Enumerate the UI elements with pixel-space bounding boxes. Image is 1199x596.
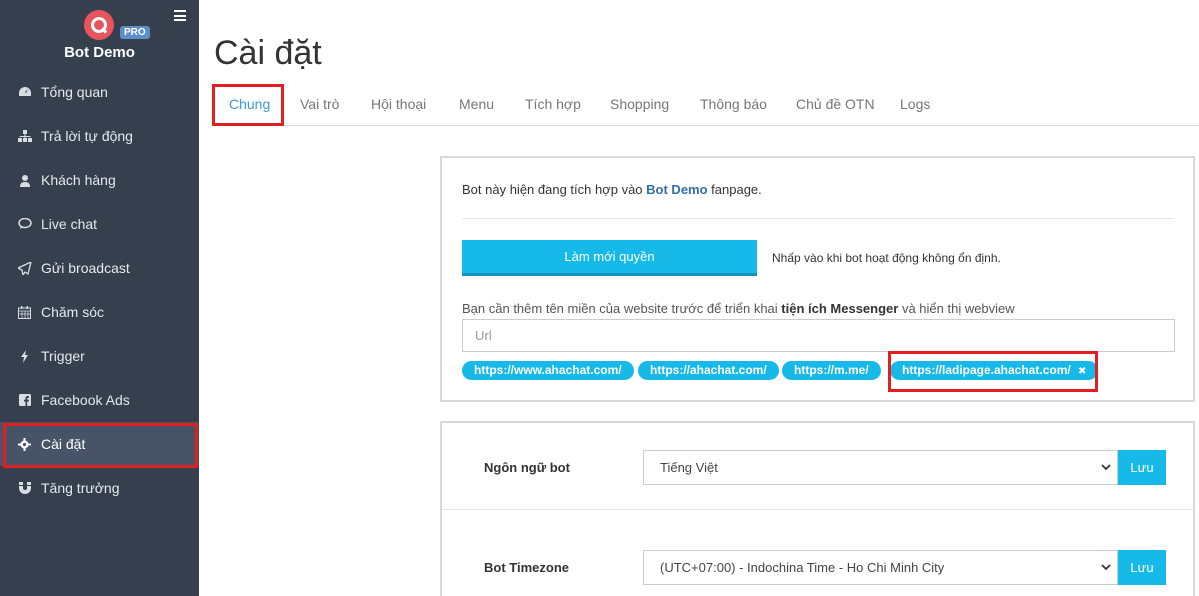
sidebar-item-label: Gửi broadcast	[41, 260, 130, 276]
sidebar-item-live-chat[interactable]: Live chat	[0, 202, 199, 246]
save-timezone-button[interactable]: Lưu	[1118, 550, 1166, 585]
tab-tich-hop[interactable]: Tích hợp	[525, 96, 581, 112]
tab-vai-tro[interactable]: Vai trò	[300, 96, 339, 112]
sidebar-item-label: Khách hàng	[41, 172, 116, 188]
timezone-select[interactable]: (UTC+07:00) - Indochina Time - Ho Chi Mi…	[643, 550, 1118, 585]
calendar-icon	[17, 305, 32, 320]
chevron-down-icon	[1101, 551, 1111, 596]
domain-tag[interactable]: https://www.ahachat.com/	[462, 361, 634, 380]
sidebar-item-khach-hang[interactable]: Khách hàng	[0, 158, 199, 202]
sidebar-item-trigger[interactable]: Trigger	[0, 334, 199, 378]
timezone-value: (UTC+07:00) - Indochina Time - Ho Chi Mi…	[660, 560, 945, 575]
divider	[442, 509, 1193, 510]
tab-chu-de-otn[interactable]: Chủ đề OTN	[796, 96, 875, 112]
highlight-box	[3, 423, 198, 468]
settings-panel: Ngôn ngữ bot Tiếng Việt Lưu Bot Timezone…	[440, 421, 1195, 596]
sidebar-item-gui-broadcast[interactable]: Gửi broadcast	[0, 246, 199, 290]
domain-note-bold: tiện ích Messenger	[781, 301, 899, 316]
language-select[interactable]: Tiếng Việt	[643, 450, 1118, 485]
sidebar-item-label: Tăng trưởng	[41, 480, 120, 496]
paper-plane-icon	[17, 261, 32, 276]
sidebar: PRO Bot Demo Tổng quan Trả lời tự động K…	[0, 0, 199, 596]
tab-thong-bao[interactable]: Thông báo	[700, 96, 767, 112]
sitemap-icon	[17, 129, 32, 144]
sidebar-item-tang-truong[interactable]: Tăng trưởng	[0, 466, 199, 510]
tab-hoi-thoai[interactable]: Hội thoại	[371, 96, 426, 112]
sidebar-item-cai-dat[interactable]: Cài đặt	[0, 422, 199, 468]
integration-text-end: fanpage.	[707, 182, 762, 197]
sidebar-item-label: Trả lời tự động	[41, 128, 133, 144]
domain-tag[interactable]: https://m.me/	[782, 361, 881, 380]
page-name: Bot Demo	[646, 182, 708, 197]
sidebar-item-cham-soc[interactable]: Chăm sóc	[0, 290, 199, 334]
sidebar-item-label: Trigger	[41, 348, 85, 364]
domain-note-text-end: và hiển thị webview	[898, 301, 1015, 316]
chat-icon	[17, 217, 32, 232]
integration-panel: Bot này hiện đang tích hợp vào Bot Demo …	[440, 156, 1195, 402]
dashboard-icon	[17, 85, 32, 100]
divider	[462, 218, 1174, 219]
domain-tag[interactable]: https://ahachat.com/	[638, 361, 779, 380]
domain-note-text: Bạn cần thêm tên miền của website trước …	[462, 301, 782, 316]
tab-logs[interactable]: Logs	[900, 96, 930, 112]
chevron-down-icon	[1101, 451, 1111, 497]
url-input[interactable]: Url	[462, 319, 1175, 352]
hamburger-menu-icon[interactable]	[174, 10, 186, 21]
highlight-box	[888, 351, 1098, 392]
tab-shopping[interactable]: Shopping	[610, 96, 669, 112]
sidebar-item-label: Facebook Ads	[41, 392, 130, 408]
refresh-permissions-button[interactable]: Làm mới quyền	[462, 240, 757, 276]
sidebar-item-label: Tổng quan	[41, 84, 108, 100]
sidebar-nav: Tổng quan Trả lời tự động Khách hàng Liv…	[0, 70, 199, 510]
facebook-icon	[17, 393, 32, 408]
brand-name: Bot Demo	[64, 44, 135, 61]
user-icon	[17, 173, 32, 188]
sidebar-item-label: Chăm sóc	[41, 304, 105, 320]
save-language-button[interactable]: Lưu	[1118, 450, 1166, 485]
timezone-label: Bot Timezone	[484, 560, 569, 575]
language-label: Ngôn ngữ bot	[484, 460, 570, 475]
domain-note: Bạn cần thêm tên miền của website trước …	[462, 301, 1015, 316]
sidebar-item-tong-quan[interactable]: Tổng quan	[0, 70, 199, 114]
brand: PRO Bot Demo	[0, 0, 199, 70]
sidebar-item-facebook-ads[interactable]: Facebook Ads	[0, 378, 199, 422]
refresh-hint: Nhấp vào khi bot hoạt động không ổn định…	[772, 251, 1001, 265]
bolt-icon	[17, 349, 32, 364]
logo-icon	[84, 10, 114, 40]
sidebar-item-tra-loi-tu-dong[interactable]: Trả lời tự động	[0, 114, 199, 158]
pro-badge: PRO	[120, 26, 150, 39]
magnet-icon	[17, 481, 32, 496]
integration-status: Bot này hiện đang tích hợp vào Bot Demo …	[462, 182, 762, 197]
integration-text: Bot này hiện đang tích hợp vào	[462, 182, 647, 197]
sidebar-item-label: Live chat	[41, 216, 98, 232]
tab-chung[interactable]: Chung	[229, 96, 270, 112]
tab-menu[interactable]: Menu	[459, 96, 494, 112]
tab-bar: Chung Vai trò Hội thoại Menu Tích hợp Sh…	[212, 84, 1199, 126]
page-title: Cài đặt	[214, 34, 322, 72]
language-value: Tiếng Việt	[660, 460, 718, 475]
